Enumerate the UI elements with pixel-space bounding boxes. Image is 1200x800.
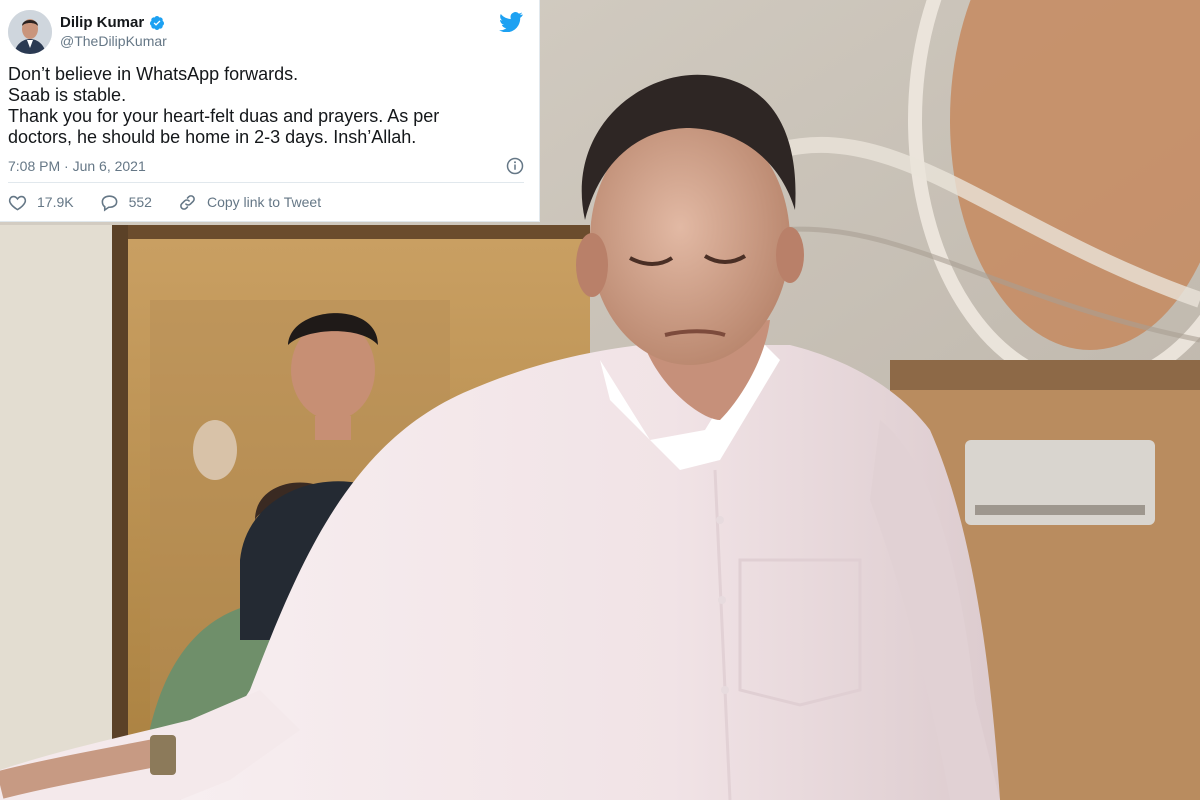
user-handle[interactable]: @TheDilipKumar xyxy=(60,32,167,50)
tweet-timestamp[interactable]: 7:08 PM · Jun 6, 2021 xyxy=(8,158,146,174)
tweet-line: Saab is stable. xyxy=(8,85,127,105)
reply-bubble-icon xyxy=(101,194,118,212)
tweet-line: Don’t believe in WhatsApp forwards. xyxy=(8,64,299,84)
tweet-card: Dilip Kumar @TheDilipKumar Don’t believe… xyxy=(0,0,540,222)
tweet-line: Thank you for your heart-felt duas and p… xyxy=(8,106,440,126)
link-icon xyxy=(180,194,195,210)
reply-button[interactable]: 552 xyxy=(100,193,152,212)
avatar[interactable] xyxy=(8,10,52,54)
tweet-actions: 17.9K 552 Copy link to Tweet xyxy=(8,192,321,212)
like-count: 17.9K xyxy=(37,194,74,210)
tweet-text: Don’t believe in WhatsApp forwards. Saab… xyxy=(8,64,513,148)
info-icon[interactable] xyxy=(506,157,524,175)
tweet-meta: 7:08 PM · Jun 6, 2021 xyxy=(8,156,524,176)
reply-count: 552 xyxy=(128,194,152,210)
display-name[interactable]: Dilip Kumar xyxy=(60,14,144,32)
tweet-line: doctors, he should be home in 2-3 days. … xyxy=(8,127,417,147)
tweet-header: Dilip Kumar @TheDilipKumar xyxy=(8,10,167,54)
verified-badge-icon xyxy=(150,16,165,30)
like-button[interactable]: 17.9K xyxy=(8,193,74,212)
divider xyxy=(8,182,524,183)
copy-link-label: Copy link to Tweet xyxy=(206,194,322,210)
display-name-row: Dilip Kumar xyxy=(60,14,167,32)
heart-icon xyxy=(8,195,27,211)
news-image: Dilip Kumar @TheDilipKumar Don’t believe… xyxy=(0,0,1200,800)
copy-link-button[interactable]: Copy link to Tweet xyxy=(178,193,321,212)
author-names: Dilip Kumar @TheDilipKumar xyxy=(60,14,167,50)
twitter-bird-icon[interactable] xyxy=(499,12,523,32)
